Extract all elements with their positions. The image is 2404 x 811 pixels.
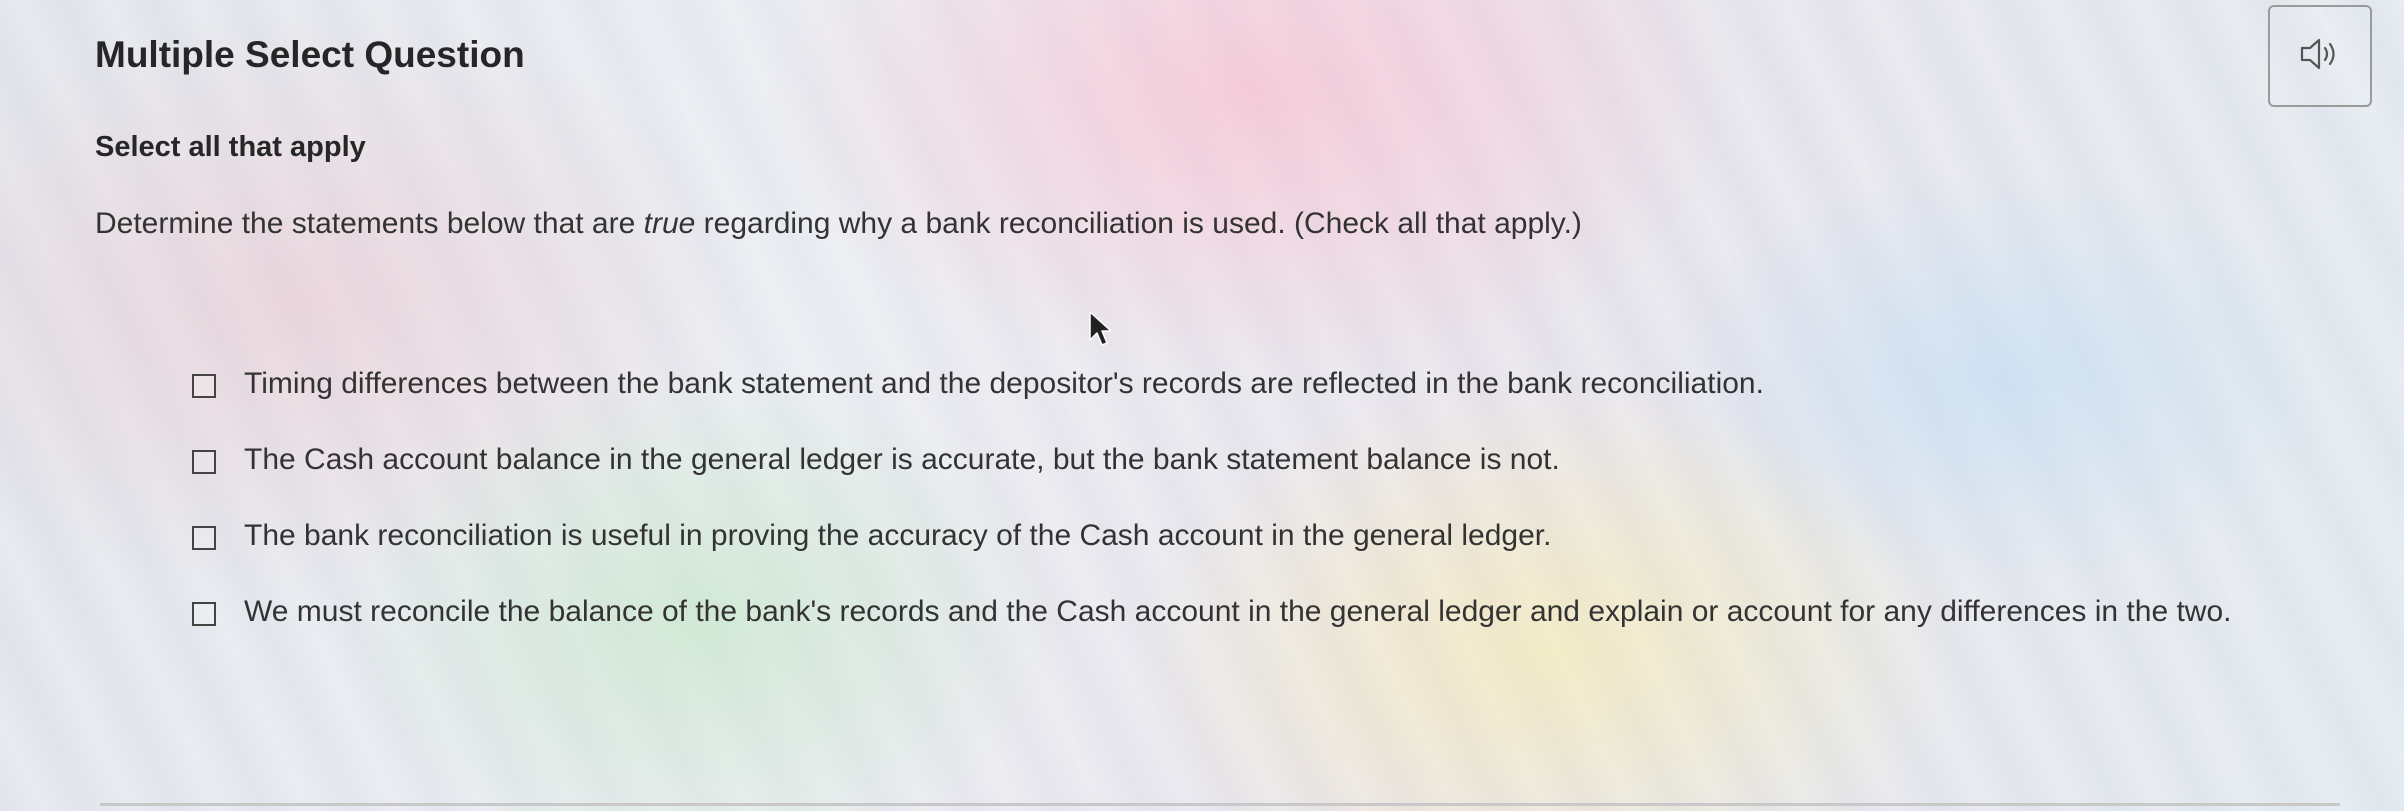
instruction-text: Select all that apply (95, 131, 366, 163)
mouse-pointer-icon (1088, 310, 1114, 353)
option-4-checkbox[interactable] (192, 602, 216, 626)
answer-options: Timing differences between the bank stat… (192, 367, 2302, 672)
question-prompt: Determine the statements below that are … (95, 207, 1582, 241)
panel-divider (100, 803, 2340, 806)
speaker-icon (2299, 36, 2341, 77)
question-title: Multiple Select Question (95, 34, 525, 75)
question-panel: Multiple Select Question Select all that… (0, 0, 2404, 811)
read-aloud-button[interactable] (2268, 5, 2372, 107)
answer-option-2[interactable]: The Cash account balance in the general … (192, 443, 2302, 482)
option-1-checkbox[interactable] (192, 374, 216, 398)
option-4-label: We must reconcile the balance of the ban… (244, 595, 2232, 628)
option-2-label: The Cash account balance in the general … (244, 443, 1560, 476)
option-3-label: The bank reconciliation is useful in pro… (244, 519, 1552, 552)
option-3-checkbox[interactable] (192, 526, 216, 550)
prompt-emphasis: true (643, 207, 696, 240)
prompt-text-start: Determine the statements below that are (95, 207, 644, 240)
option-2-checkbox[interactable] (192, 450, 216, 474)
prompt-text-end: regarding why a bank reconciliation is u… (695, 207, 1582, 240)
answer-option-4[interactable]: We must reconcile the balance of the ban… (192, 595, 2302, 634)
option-1-label: Timing differences between the bank stat… (244, 367, 1764, 400)
answer-option-1[interactable]: Timing differences between the bank stat… (192, 367, 2302, 406)
answer-option-3[interactable]: The bank reconciliation is useful in pro… (192, 519, 2302, 558)
